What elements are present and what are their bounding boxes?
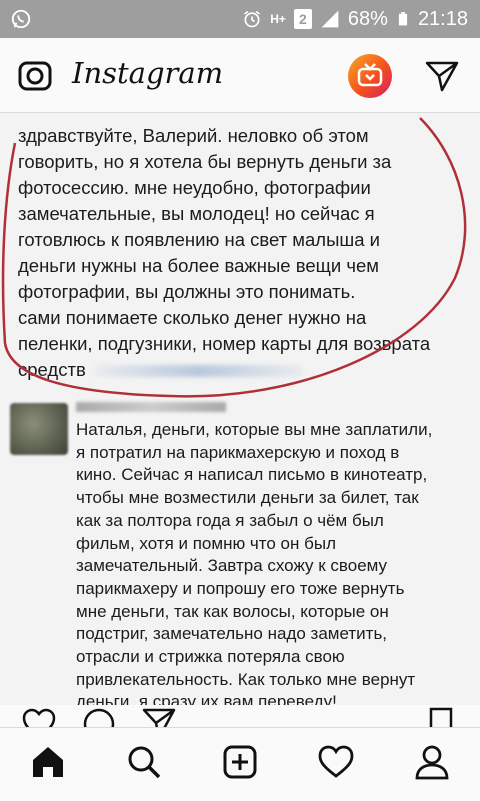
reply-line: подстриг, замечательно надо заметить, xyxy=(76,624,388,644)
message-line: деньги нужны на более важные вещи чем xyxy=(18,255,379,276)
sim-indicator: 2 xyxy=(293,9,312,29)
reply-line: как за полтора года я забыл о чём был xyxy=(76,510,384,530)
battery-icon xyxy=(398,12,408,26)
share-icon[interactable] xyxy=(142,707,176,727)
signal-icon xyxy=(321,10,339,28)
igtv-icon[interactable] xyxy=(348,54,392,98)
reply-line: кино. Сейчас я написал письмо в кинотеат… xyxy=(76,465,428,485)
network-type-label: H+ xyxy=(270,12,286,26)
redacted-author-name xyxy=(76,402,226,412)
message-line: сами понимаете сколько денег нужно на xyxy=(18,307,367,328)
post-image: здравствуйте, Валерий. неловко об этом г… xyxy=(0,113,480,705)
message-from-client: здравствуйте, Валерий. неловко об этом г… xyxy=(18,123,468,383)
heart-icon[interactable] xyxy=(22,707,56,727)
camera-icon[interactable] xyxy=(18,58,52,92)
message-line: говорить, но я хотела бы вернуть деньги … xyxy=(18,151,392,172)
reply-line: мне деньги, так как волосы, которые он xyxy=(76,601,389,621)
reply-line: деньги, я сразу их вам переведу! xyxy=(76,692,337,705)
reply-line: я потратил на парикмахерскую и поход в xyxy=(76,442,400,462)
message-line: фотосессию. мне неудобно, фотографии xyxy=(18,177,371,198)
avatar xyxy=(10,403,68,455)
reply-line: отрасли и стрижка потеряла свою xyxy=(76,647,345,667)
bottom-navigation xyxy=(0,727,480,801)
message-line: средств xyxy=(18,359,86,380)
status-icons: H+ 2 68% 21:18 xyxy=(242,6,468,32)
reply-line: фильм, хотя и помню что он был xyxy=(76,533,336,553)
comment-icon[interactable] xyxy=(82,707,116,727)
reply-line: парикмахеру и попрошу его тоже вернуть xyxy=(76,578,405,598)
reply-line: Наталья, деньги, которые вы мне заплатил… xyxy=(76,420,433,439)
message-line: пеленки, подгузники, номер карты для воз… xyxy=(18,333,431,354)
app-logo: Instagram xyxy=(72,56,224,90)
alarm-icon xyxy=(244,10,261,28)
message-reply: Наталья, деньги, которые вы мне заплатил… xyxy=(76,419,476,705)
whatsapp-icon xyxy=(11,9,31,29)
reply-line: чтобы мне возместили деньги за билет, та… xyxy=(76,488,419,508)
add-post-icon[interactable] xyxy=(222,744,258,780)
profile-icon[interactable] xyxy=(414,744,450,780)
message-line: фотографии, вы должны это понимать. xyxy=(18,281,356,302)
reply-line: замечательный. Завтра схожу к своему xyxy=(76,556,388,576)
battery-percent: 68% xyxy=(347,7,388,30)
paper-plane-icon[interactable] xyxy=(424,58,460,94)
clock: 21:18 xyxy=(417,7,468,30)
message-line: готовлюсь к появлению на свет малыша и xyxy=(18,229,380,250)
message-line: здравствуйте, Валерий. неловко об этом xyxy=(18,125,369,146)
search-icon[interactable] xyxy=(126,744,162,780)
home-icon[interactable] xyxy=(30,744,66,780)
message-line: замечательные, вы молодец! но сейчас я xyxy=(18,203,375,224)
redacted-card-number xyxy=(93,365,304,378)
activity-heart-icon[interactable] xyxy=(318,744,354,780)
reply-line: привлекательность. Как только мне вернут xyxy=(76,669,416,689)
message-line-last: средств xyxy=(18,357,468,383)
post-actions xyxy=(0,705,480,727)
bookmark-icon[interactable] xyxy=(424,707,458,727)
status-bar: H+ 2 68% 21:18 xyxy=(0,0,480,38)
app-header: Instagram xyxy=(0,38,480,113)
